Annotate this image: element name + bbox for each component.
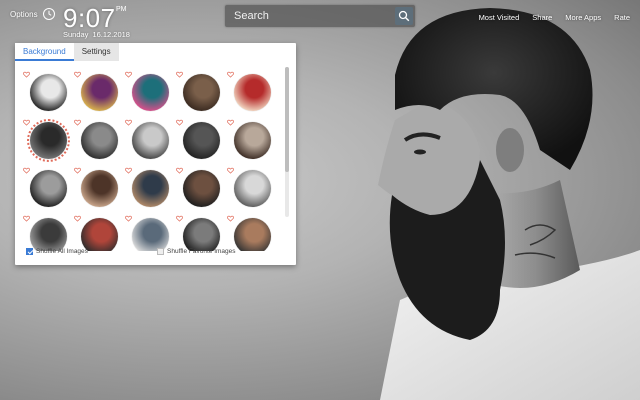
favorite-heart-icon[interactable] — [23, 119, 30, 126]
favorite-heart-icon[interactable] — [125, 71, 132, 78]
shuffle-favorite-row: Shuffle Favorite Images — [157, 248, 236, 255]
favorite-heart-icon[interactable] — [227, 71, 234, 78]
wallpaper-thumbnail[interactable] — [183, 218, 220, 251]
wallpaper-thumb-cell — [227, 161, 271, 207]
wallpaper-thumbnail[interactable] — [132, 170, 169, 207]
wallpaper-thumb-cell — [23, 209, 67, 251]
wallpaper-thumbnail[interactable] — [234, 122, 271, 159]
favorite-heart-icon[interactable] — [74, 215, 81, 222]
wallpaper-thumbnail[interactable] — [81, 122, 118, 159]
search-input[interactable] — [225, 5, 394, 27]
wallpaper-thumbnail[interactable] — [27, 119, 70, 162]
wallpaper-thumbnail[interactable] — [81, 170, 118, 207]
wallpaper-thumb-cell — [176, 65, 220, 111]
wallpaper-thumbnail[interactable] — [183, 170, 220, 207]
clock-icon[interactable] — [42, 7, 56, 21]
search-icon — [398, 10, 410, 22]
favorite-heart-icon[interactable] — [176, 215, 183, 222]
favorite-heart-icon[interactable] — [176, 71, 183, 78]
date: 16.12.2018 — [92, 30, 130, 39]
weekday: Sunday — [63, 30, 89, 39]
favorite-heart-icon[interactable] — [227, 119, 234, 126]
shuffle-all-checkbox[interactable] — [26, 248, 33, 255]
wallpaper-thumb-cell — [176, 209, 220, 251]
panel-scrollbar[interactable] — [285, 67, 289, 217]
wallpaper-thumb-cell — [227, 209, 271, 251]
favorite-heart-icon[interactable] — [74, 71, 81, 78]
tab-settings[interactable]: Settings — [73, 43, 119, 61]
options-link[interactable]: Options — [10, 10, 38, 19]
wallpaper-thumbnail[interactable] — [81, 74, 118, 111]
rate-link[interactable]: Rate — [614, 13, 630, 22]
wallpaper-thumbnail[interactable] — [234, 218, 271, 251]
favorite-heart-icon[interactable] — [23, 215, 30, 222]
wallpaper-thumbnail[interactable] — [30, 74, 67, 111]
share-link[interactable]: Share — [532, 13, 552, 22]
wallpaper-thumb-cell — [23, 161, 67, 207]
shuffle-all-label: Shuffle All Images — [36, 248, 88, 255]
wallpaper-thumb-cell — [125, 113, 169, 159]
wallpaper-thumb-cell — [176, 113, 220, 159]
favorite-heart-icon[interactable] — [125, 119, 132, 126]
shuffle-favorite-checkbox[interactable] — [157, 248, 164, 255]
wallpaper-thumb-cell — [23, 65, 67, 111]
tab-background[interactable]: Background — [15, 43, 74, 61]
wallpaper-thumbnail[interactable] — [132, 218, 169, 251]
wallpaper-thumb-cell — [227, 113, 271, 159]
favorite-heart-icon[interactable] — [74, 167, 81, 174]
favorite-heart-icon[interactable] — [74, 119, 81, 126]
favorite-heart-icon[interactable] — [227, 167, 234, 174]
panel-tabs: Background Settings — [15, 43, 119, 61]
wallpaper-thumbnail[interactable] — [30, 170, 67, 207]
top-links: Most Visited Share More Apps Rate — [466, 13, 630, 22]
search-box — [225, 5, 415, 27]
favorite-heart-icon[interactable] — [176, 167, 183, 174]
background-panel: Background Settings Shuffle All Images S… — [15, 43, 296, 265]
shuffle-all-row: Shuffle All Images — [26, 248, 88, 255]
wallpaper-thumbnail[interactable] — [132, 74, 169, 111]
wallpaper-thumb-cell — [125, 209, 169, 251]
wallpaper-thumb-cell — [74, 113, 118, 159]
favorite-heart-icon[interactable] — [23, 167, 30, 174]
date-line: Sunday 16.12.2018 — [63, 30, 134, 39]
favorite-heart-icon[interactable] — [125, 167, 132, 174]
more-apps-link[interactable]: More Apps — [565, 13, 601, 22]
wallpaper-thumb-cell — [227, 65, 271, 111]
favorite-heart-icon[interactable] — [125, 215, 132, 222]
wallpaper-thumb-cell — [125, 161, 169, 207]
shuffle-favorite-label: Shuffle Favorite Images — [167, 248, 236, 255]
wallpaper-thumb-cell — [74, 209, 118, 251]
most-visited-link[interactable]: Most Visited — [479, 13, 520, 22]
wallpaper-thumb-cell — [23, 113, 70, 162]
scrollbar-thumb[interactable] — [285, 67, 289, 172]
wallpaper-thumbnail[interactable] — [30, 218, 67, 251]
wallpaper-thumb-cell — [74, 161, 118, 207]
wallpaper-thumbnail[interactable] — [183, 74, 220, 111]
favorite-heart-icon[interactable] — [23, 71, 30, 78]
wallpaper-thumbnail[interactable] — [234, 74, 271, 111]
wallpaper-thumbnail[interactable] — [183, 122, 220, 159]
wallpaper-thumb-cell — [125, 65, 169, 111]
wallpaper-thumb-cell — [176, 161, 220, 207]
wallpaper-thumbnail[interactable] — [234, 170, 271, 207]
wallpaper-grid — [23, 65, 283, 251]
clock-ampm: PM — [116, 6, 127, 13]
wallpaper-thumbnail[interactable] — [132, 122, 169, 159]
search-button[interactable] — [395, 7, 413, 25]
favorite-heart-icon[interactable] — [176, 119, 183, 126]
wallpaper-thumbnail[interactable] — [81, 218, 118, 251]
wallpaper-thumb-cell — [74, 65, 118, 111]
favorite-heart-icon[interactable] — [227, 215, 234, 222]
